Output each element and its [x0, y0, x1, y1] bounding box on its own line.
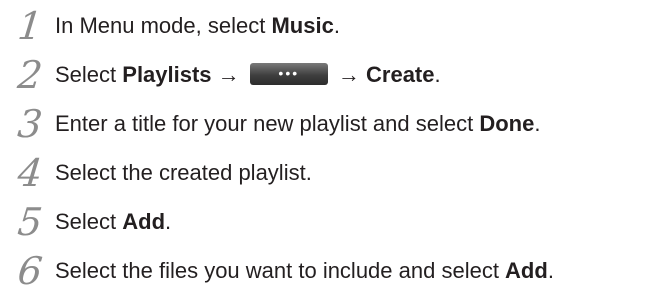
ui-term-create: Create [366, 62, 435, 87]
more-options-icon: ••• [249, 63, 328, 86]
step-1: 1 In Menu mode, select Music. [0, 3, 657, 49]
step-text: Select Playlists → ••• → Create. [55, 62, 441, 87]
step-number: 2 [15, 53, 45, 97]
step-6: 6 Select the files you want to include a… [0, 248, 657, 294]
ui-term-add: Add [505, 258, 548, 283]
ui-term-add: Add [122, 209, 166, 234]
instruction-steps: 1 In Menu mode, select Music. 2 Select P… [0, 0, 657, 298]
step-number: 5 [15, 200, 45, 244]
step-text: Enter a title for your new playlist and … [55, 111, 541, 136]
step-text: Select the files you want to include and… [55, 258, 554, 283]
step-number: 1 [15, 4, 45, 48]
ui-term-done: Done [479, 111, 535, 136]
step-text: Select Add. [55, 209, 172, 234]
step-2: 2 Select Playlists → ••• → Create. [0, 52, 657, 98]
step-number: 6 [15, 249, 45, 293]
step-4: 4 Select the created playlist. [0, 150, 657, 196]
ui-term-playlists: Playlists [122, 62, 212, 87]
step-number: 3 [15, 102, 45, 146]
step-text: Select the created playlist. [55, 160, 312, 185]
step-5: 5 Select Add. [0, 199, 657, 245]
step-3: 3 Enter a title for your new playlist an… [0, 101, 657, 147]
step-text: In Menu mode, select Music. [55, 13, 340, 38]
ui-term-music: Music [271, 13, 334, 38]
step-number: 4 [15, 151, 45, 195]
